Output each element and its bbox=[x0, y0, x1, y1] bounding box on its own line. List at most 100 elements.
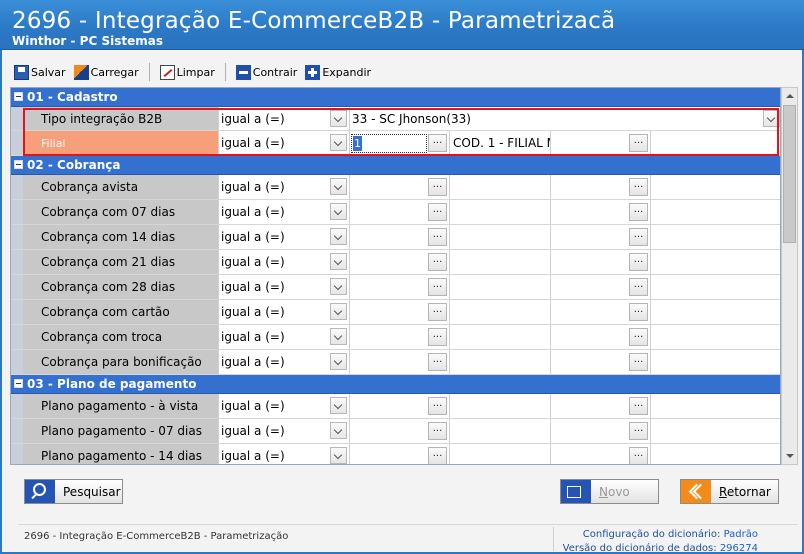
clear-button[interactable]: Limpar bbox=[156, 62, 219, 82]
lookup-button[interactable]: ... bbox=[629, 447, 648, 464]
operator-value: igual a (=) bbox=[221, 449, 285, 463]
chevron-down-icon[interactable] bbox=[330, 228, 347, 245]
lookup-button[interactable]: ... bbox=[428, 422, 447, 440]
value-input[interactable]: ... bbox=[350, 275, 450, 299]
lookup-button[interactable]: ... bbox=[629, 253, 648, 271]
lookup-button[interactable]: ... bbox=[428, 447, 447, 464]
value-cell[interactable]: ... bbox=[551, 200, 651, 224]
section-header-cadastro[interactable]: 01 - Cadastro bbox=[11, 88, 780, 107]
vertical-scrollbar[interactable] bbox=[781, 87, 798, 465]
value-input[interactable]: ... bbox=[350, 419, 450, 443]
operator-value: igual a (=) bbox=[221, 205, 285, 219]
chevron-down-icon[interactable] bbox=[330, 253, 347, 270]
value-cell[interactable]: ... bbox=[551, 444, 651, 464]
collapse-button[interactable]: Contrair bbox=[232, 62, 302, 82]
value-cell[interactable]: ... bbox=[551, 225, 651, 249]
value-input[interactable]: ... bbox=[350, 175, 450, 199]
chevron-down-icon[interactable] bbox=[330, 397, 347, 414]
chevron-down-icon[interactable] bbox=[330, 203, 347, 220]
operator-select[interactable]: igual a (=) bbox=[219, 131, 350, 155]
operator-select[interactable]: igual a (=) bbox=[219, 225, 350, 249]
lookup-button[interactable]: ... bbox=[428, 303, 447, 321]
value-input[interactable]: ... bbox=[350, 300, 450, 324]
operator-select[interactable]: igual a (=) bbox=[219, 275, 350, 299]
lookup-button[interactable]: ... bbox=[428, 203, 447, 221]
operator-select[interactable]: igual a (=) bbox=[219, 250, 350, 274]
load-button[interactable]: Carregar bbox=[70, 62, 143, 82]
table-row: Plano pagamento - 14 dias igual a (=)....… bbox=[11, 444, 780, 464]
search-button[interactable]: Pesquisar bbox=[24, 479, 123, 504]
chevron-down-icon[interactable] bbox=[330, 303, 347, 320]
value-input[interactable]: ... bbox=[350, 394, 450, 418]
value-input[interactable]: ... bbox=[350, 250, 450, 274]
chevron-down-icon[interactable] bbox=[330, 134, 347, 151]
collapse-toggle-icon[interactable] bbox=[14, 379, 23, 388]
value-input[interactable]: ... bbox=[350, 325, 450, 349]
chevron-down-icon[interactable] bbox=[330, 178, 347, 195]
integration-type-select[interactable]: 33 - SC Jhonson(33) bbox=[350, 107, 780, 130]
value-cell[interactable]: ... bbox=[551, 419, 651, 443]
value-input[interactable]: ... bbox=[350, 200, 450, 224]
operator-select[interactable]: igual a (=) bbox=[219, 444, 350, 464]
lookup-button[interactable]: ... bbox=[629, 278, 648, 296]
value-cell[interactable]: ... bbox=[551, 131, 651, 155]
operator-select[interactable]: igual a (=) bbox=[219, 419, 350, 443]
chevron-down-icon[interactable] bbox=[330, 110, 347, 127]
lookup-button[interactable]: ... bbox=[629, 328, 648, 346]
lookup-button[interactable]: ... bbox=[428, 397, 447, 415]
lookup-button[interactable]: ... bbox=[428, 178, 447, 196]
lookup-button[interactable]: ... bbox=[629, 228, 648, 246]
filial-input[interactable]: 1 ... bbox=[350, 131, 450, 155]
lookup-button[interactable]: ... bbox=[428, 228, 447, 246]
value-input[interactable]: ... bbox=[350, 350, 450, 374]
operator-select[interactable]: igual a (=) bbox=[219, 300, 350, 324]
value-cell[interactable]: ... bbox=[551, 175, 651, 199]
chevron-down-icon[interactable] bbox=[330, 353, 347, 370]
lookup-button[interactable]: ... bbox=[629, 178, 648, 196]
table-row: Cobrança com 21 dias igual a (=)...... bbox=[11, 250, 780, 275]
new-button[interactable]: Novo bbox=[560, 479, 659, 504]
lookup-button[interactable]: ... bbox=[629, 134, 648, 152]
value-input[interactable]: ... bbox=[350, 444, 450, 464]
value-cell[interactable]: ... bbox=[551, 275, 651, 299]
scroll-thumb[interactable] bbox=[783, 105, 796, 243]
row-label: Cobrança com 14 dias bbox=[23, 225, 219, 249]
lookup-button[interactable]: ... bbox=[428, 253, 447, 271]
chevron-down-icon[interactable] bbox=[330, 422, 347, 439]
scroll-up-icon[interactable] bbox=[782, 88, 797, 103]
operator-select[interactable]: igual a (=) bbox=[219, 325, 350, 349]
section-header-cobranca[interactable]: 02 - Cobrança bbox=[11, 156, 780, 175]
operator-select[interactable]: igual a (=) bbox=[219, 350, 350, 374]
lookup-button[interactable]: ... bbox=[629, 397, 648, 415]
collapse-toggle-icon[interactable] bbox=[14, 160, 23, 169]
back-button[interactable]: Retornar bbox=[680, 479, 779, 504]
chevron-down-icon[interactable] bbox=[330, 278, 347, 295]
lookup-button[interactable]: ... bbox=[629, 303, 648, 321]
lookup-button[interactable]: ... bbox=[629, 353, 648, 371]
operator-value: igual a (=) bbox=[221, 305, 285, 319]
section-header-plano-pagamento[interactable]: 03 - Plano de pagamento bbox=[11, 375, 780, 394]
collapse-toggle-icon[interactable] bbox=[14, 92, 23, 101]
lookup-button[interactable]: ... bbox=[428, 328, 447, 346]
value-cell[interactable]: ... bbox=[551, 300, 651, 324]
value-cell[interactable]: ... bbox=[551, 325, 651, 349]
operator-select[interactable]: igual a (=) bbox=[219, 394, 350, 418]
lookup-button[interactable]: ... bbox=[428, 353, 447, 371]
expand-button[interactable]: Expandir bbox=[301, 62, 375, 82]
value-cell[interactable]: ... bbox=[551, 250, 651, 274]
operator-select[interactable]: igual a (=) bbox=[219, 107, 350, 130]
scroll-down-icon[interactable] bbox=[782, 449, 797, 464]
value-cell[interactable]: ... bbox=[551, 394, 651, 418]
operator-select[interactable]: igual a (=) bbox=[219, 200, 350, 224]
chevron-down-icon[interactable] bbox=[763, 110, 780, 127]
lookup-button[interactable]: ... bbox=[629, 203, 648, 221]
operator-select[interactable]: igual a (=) bbox=[219, 175, 350, 199]
lookup-button[interactable]: ... bbox=[629, 422, 648, 440]
save-button[interactable]: Salvar bbox=[10, 62, 70, 82]
value-input[interactable]: ... bbox=[350, 225, 450, 249]
chevron-down-icon[interactable] bbox=[330, 447, 347, 464]
value-cell[interactable]: ... bbox=[551, 350, 651, 374]
lookup-button[interactable]: ... bbox=[428, 134, 447, 152]
chevron-down-icon[interactable] bbox=[330, 328, 347, 345]
lookup-button[interactable]: ... bbox=[428, 278, 447, 296]
